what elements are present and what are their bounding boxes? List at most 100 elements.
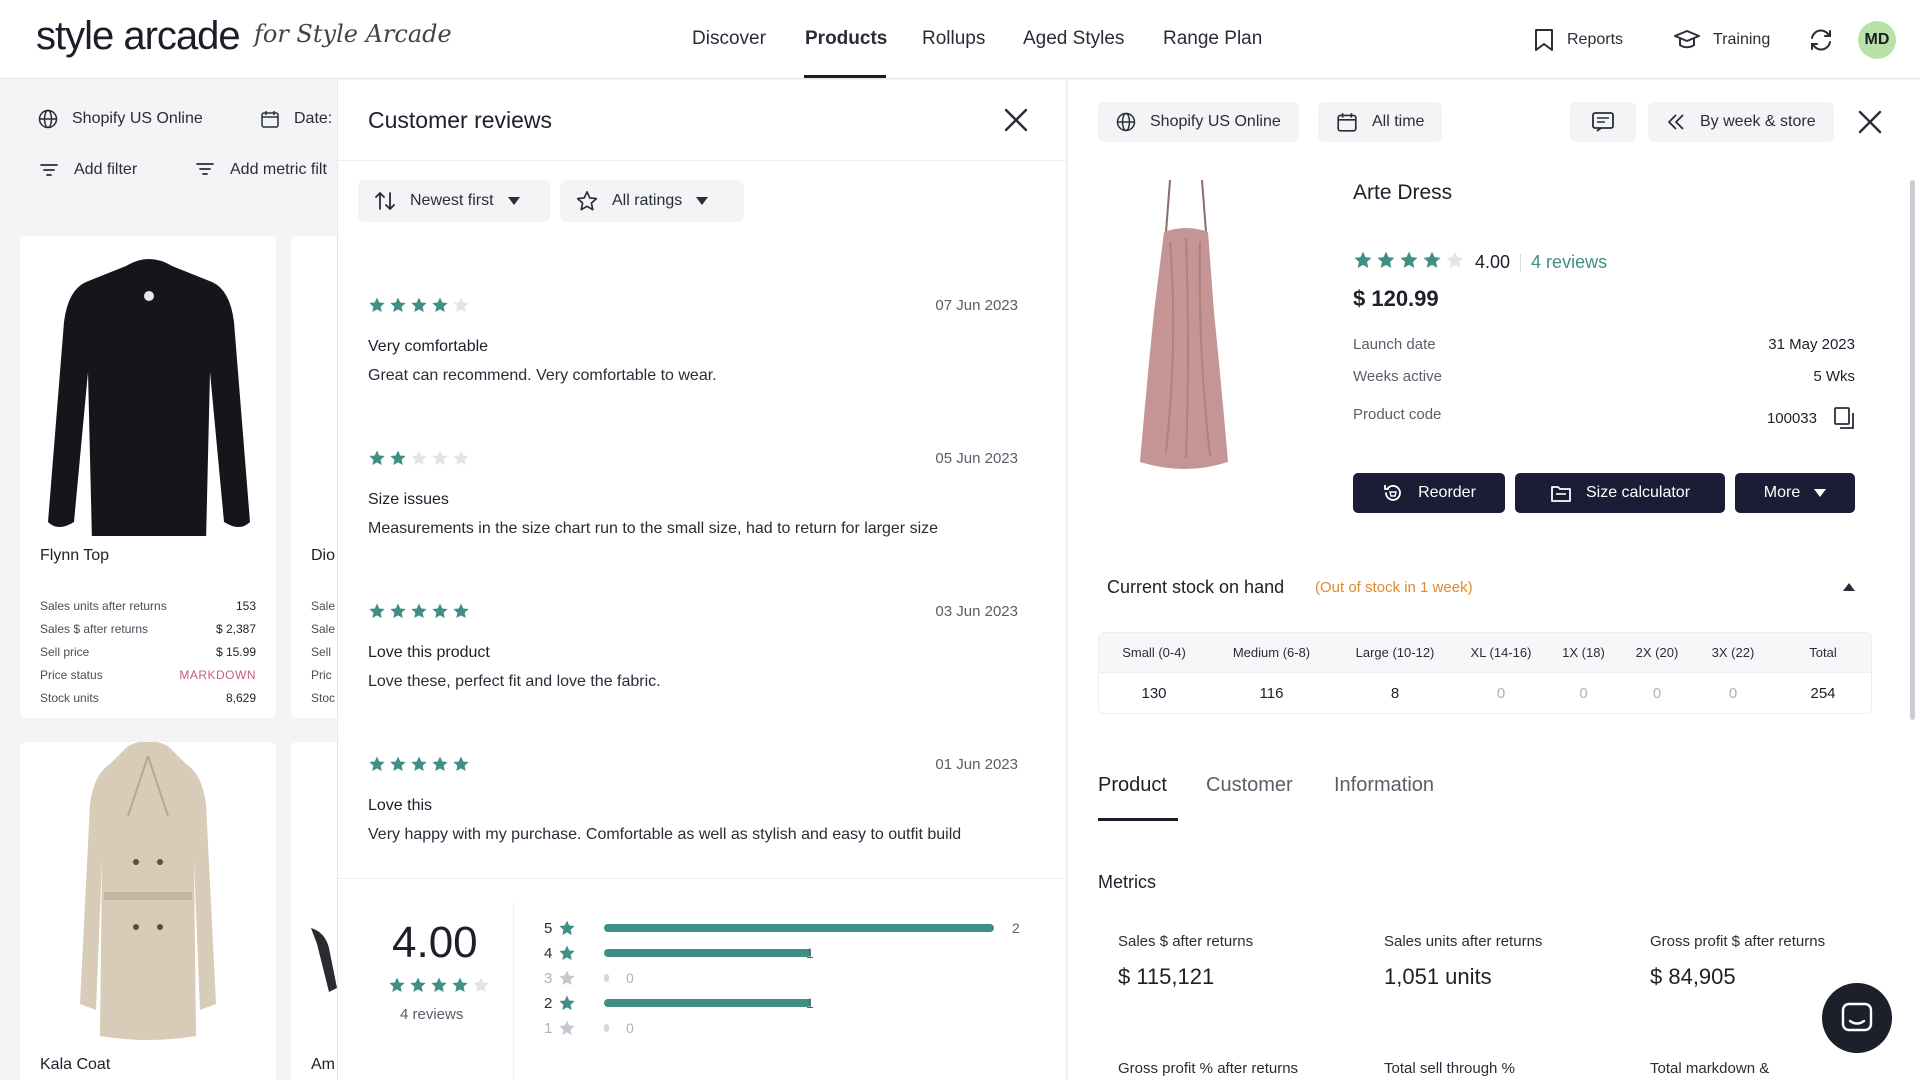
star-icon bbox=[558, 994, 576, 1012]
star-filled-icon bbox=[432, 603, 448, 619]
spec-row: Sale bbox=[311, 599, 336, 613]
chat-button[interactable] bbox=[1822, 983, 1892, 1053]
double-chevron-left-icon bbox=[1666, 112, 1686, 132]
more-label: More bbox=[1763, 484, 1801, 501]
rating-filter-dropdown[interactable]: All ratings bbox=[560, 180, 744, 222]
star-rating bbox=[368, 449, 470, 472]
product-image-arte-dress bbox=[1130, 172, 1240, 472]
tab-customer[interactable]: Customer bbox=[1206, 774, 1293, 797]
star-filled-icon bbox=[431, 977, 447, 993]
star-filled-icon bbox=[453, 756, 469, 772]
group-by-selector[interactable]: By week & store bbox=[1648, 102, 1834, 142]
product-name: Am bbox=[311, 1056, 335, 1073]
training-link[interactable]: Training bbox=[1673, 28, 1770, 52]
add-metric-filter-label: Add metric filt bbox=[230, 161, 327, 178]
review-title: Love this bbox=[368, 797, 433, 814]
nav-products[interactable]: Products bbox=[805, 28, 887, 50]
rating-bar-fill bbox=[604, 999, 811, 1007]
metric-label: Gross profit % after returns bbox=[1118, 1060, 1299, 1077]
rating-distribution-row[interactable]: 1 0 bbox=[544, 1018, 1044, 1038]
rating-bar-count: 1 bbox=[806, 995, 814, 1011]
chevron-down-icon bbox=[1814, 489, 1827, 497]
stock-header-cell: Large (10-12) bbox=[1355, 645, 1435, 660]
graduation-cap-icon bbox=[1673, 28, 1701, 52]
review-body: Measurements in the size chart run to th… bbox=[368, 520, 939, 537]
spec-row: Price status MARKDOWN bbox=[40, 668, 256, 682]
star-filled-icon bbox=[390, 450, 406, 466]
star-empty-icon bbox=[432, 450, 448, 466]
star-filled-icon bbox=[369, 603, 385, 619]
store-selector[interactable]: Shopify US Online bbox=[20, 99, 221, 139]
stock-header-cell: 3X (22) bbox=[1711, 645, 1755, 660]
reviews-link[interactable]: 4 reviews bbox=[1531, 252, 1607, 273]
star-filled-icon bbox=[432, 756, 448, 772]
rating-distribution-row[interactable]: 4 1 bbox=[544, 943, 1044, 963]
price-status-badge: MARKDOWN bbox=[179, 668, 256, 682]
stock-header-cell: 1X (18) bbox=[1562, 645, 1605, 660]
collapse-icon[interactable] bbox=[1843, 583, 1855, 591]
sort-icon bbox=[374, 191, 396, 211]
rating-bar-fill bbox=[604, 974, 609, 982]
tab-product[interactable]: Product bbox=[1098, 774, 1167, 797]
product-card-am[interactable]: Am bbox=[291, 742, 337, 1080]
date-range-selector[interactable]: All time bbox=[1318, 102, 1443, 142]
spec-row: Sales $ after returns $ 2,387 bbox=[40, 622, 256, 636]
product-name: Flynn Top bbox=[40, 547, 110, 564]
reports-link[interactable]: Reports bbox=[1533, 28, 1623, 52]
review-title: Love this product bbox=[368, 644, 490, 661]
product-name: Kala Coat bbox=[40, 1056, 111, 1073]
star-icon bbox=[558, 919, 576, 937]
date-range-label: All time bbox=[1372, 113, 1425, 130]
group-by-label: By week & store bbox=[1700, 113, 1816, 130]
stock-table: Small (0-4) Medium (6-8) Large (10-12) X… bbox=[1098, 632, 1872, 714]
size-calculator-button[interactable]: Size calculator bbox=[1515, 473, 1725, 513]
store-selector[interactable]: Shopify US Online bbox=[1098, 102, 1299, 142]
star-filled-icon bbox=[410, 977, 426, 993]
comments-button[interactable] bbox=[1570, 102, 1636, 142]
star-outline-icon bbox=[576, 190, 598, 212]
avatar[interactable]: MD bbox=[1858, 21, 1896, 59]
metric-label: Total markdown & bbox=[1650, 1060, 1770, 1077]
nav-range-plan[interactable]: Range Plan bbox=[1163, 28, 1262, 50]
nav-rollups[interactable]: Rollups bbox=[922, 28, 985, 50]
more-button[interactable]: More bbox=[1735, 473, 1855, 513]
reports-label: Reports bbox=[1567, 31, 1624, 48]
sync-icon[interactable] bbox=[1808, 27, 1834, 53]
tab-information[interactable]: Information bbox=[1334, 774, 1434, 797]
scrollbar[interactable] bbox=[1910, 180, 1915, 720]
product-name: Arte Dress bbox=[1353, 181, 1453, 204]
star-filled-icon bbox=[369, 450, 385, 466]
close-reviews-button[interactable] bbox=[1002, 106, 1030, 134]
top-navigation: style arcade for Style Arcade Discover P… bbox=[0, 0, 1920, 79]
close-detail-button[interactable] bbox=[1856, 108, 1884, 136]
store-selector-label: Shopify US Online bbox=[1150, 113, 1281, 130]
add-metric-filter-button[interactable]: Add metric filt bbox=[196, 161, 337, 179]
logo[interactable]: style arcade bbox=[36, 14, 241, 59]
sort-dropdown[interactable]: Newest first bbox=[358, 180, 550, 222]
stock-header-cell: Small (0-4) bbox=[1122, 645, 1186, 660]
spec-row: Sell bbox=[311, 645, 332, 659]
product-card-flynn-top[interactable]: Flynn Top Sales units after returns 153 S… bbox=[20, 236, 276, 718]
rating-distribution-row[interactable]: 2 1 bbox=[544, 993, 1044, 1013]
rating-bar-count: 1 bbox=[806, 945, 814, 961]
review-body: Great can recommend. Very comfortable to… bbox=[368, 367, 717, 384]
product-price: $ 120.99 bbox=[1353, 286, 1439, 311]
metric-card: Sales $ after returns $ 115,121 bbox=[1118, 933, 1368, 990]
rating-bar bbox=[604, 999, 994, 1007]
add-filter-button[interactable]: Add filter bbox=[40, 161, 137, 179]
stock-value-cell: 0 bbox=[1728, 685, 1738, 702]
rating-distribution-row[interactable]: 3 0 bbox=[544, 968, 1044, 988]
product-card-dio[interactable]: Dio Sale Sale Sell Pric Stoc bbox=[291, 236, 337, 718]
average-star-rating bbox=[388, 976, 490, 999]
customer-reviews-panel: Customer reviews Newest first All rating… bbox=[337, 80, 1067, 1080]
reorder-button[interactable]: Reorder bbox=[1353, 473, 1505, 513]
nav-discover[interactable]: Discover bbox=[692, 28, 766, 50]
star-filled-icon bbox=[411, 603, 427, 619]
store-selector-label: Shopify US Online bbox=[72, 110, 203, 127]
nav-aged-styles[interactable]: Aged Styles bbox=[1023, 28, 1124, 50]
rating-distribution-row[interactable]: 5 2 bbox=[544, 918, 1044, 938]
product-card-kala-coat[interactable]: Kala Coat bbox=[20, 742, 276, 1080]
copy-icon[interactable] bbox=[1833, 406, 1855, 430]
date-selector[interactable]: Date: bbox=[242, 99, 337, 139]
stock-header-cell: 2X (20) bbox=[1635, 645, 1679, 660]
